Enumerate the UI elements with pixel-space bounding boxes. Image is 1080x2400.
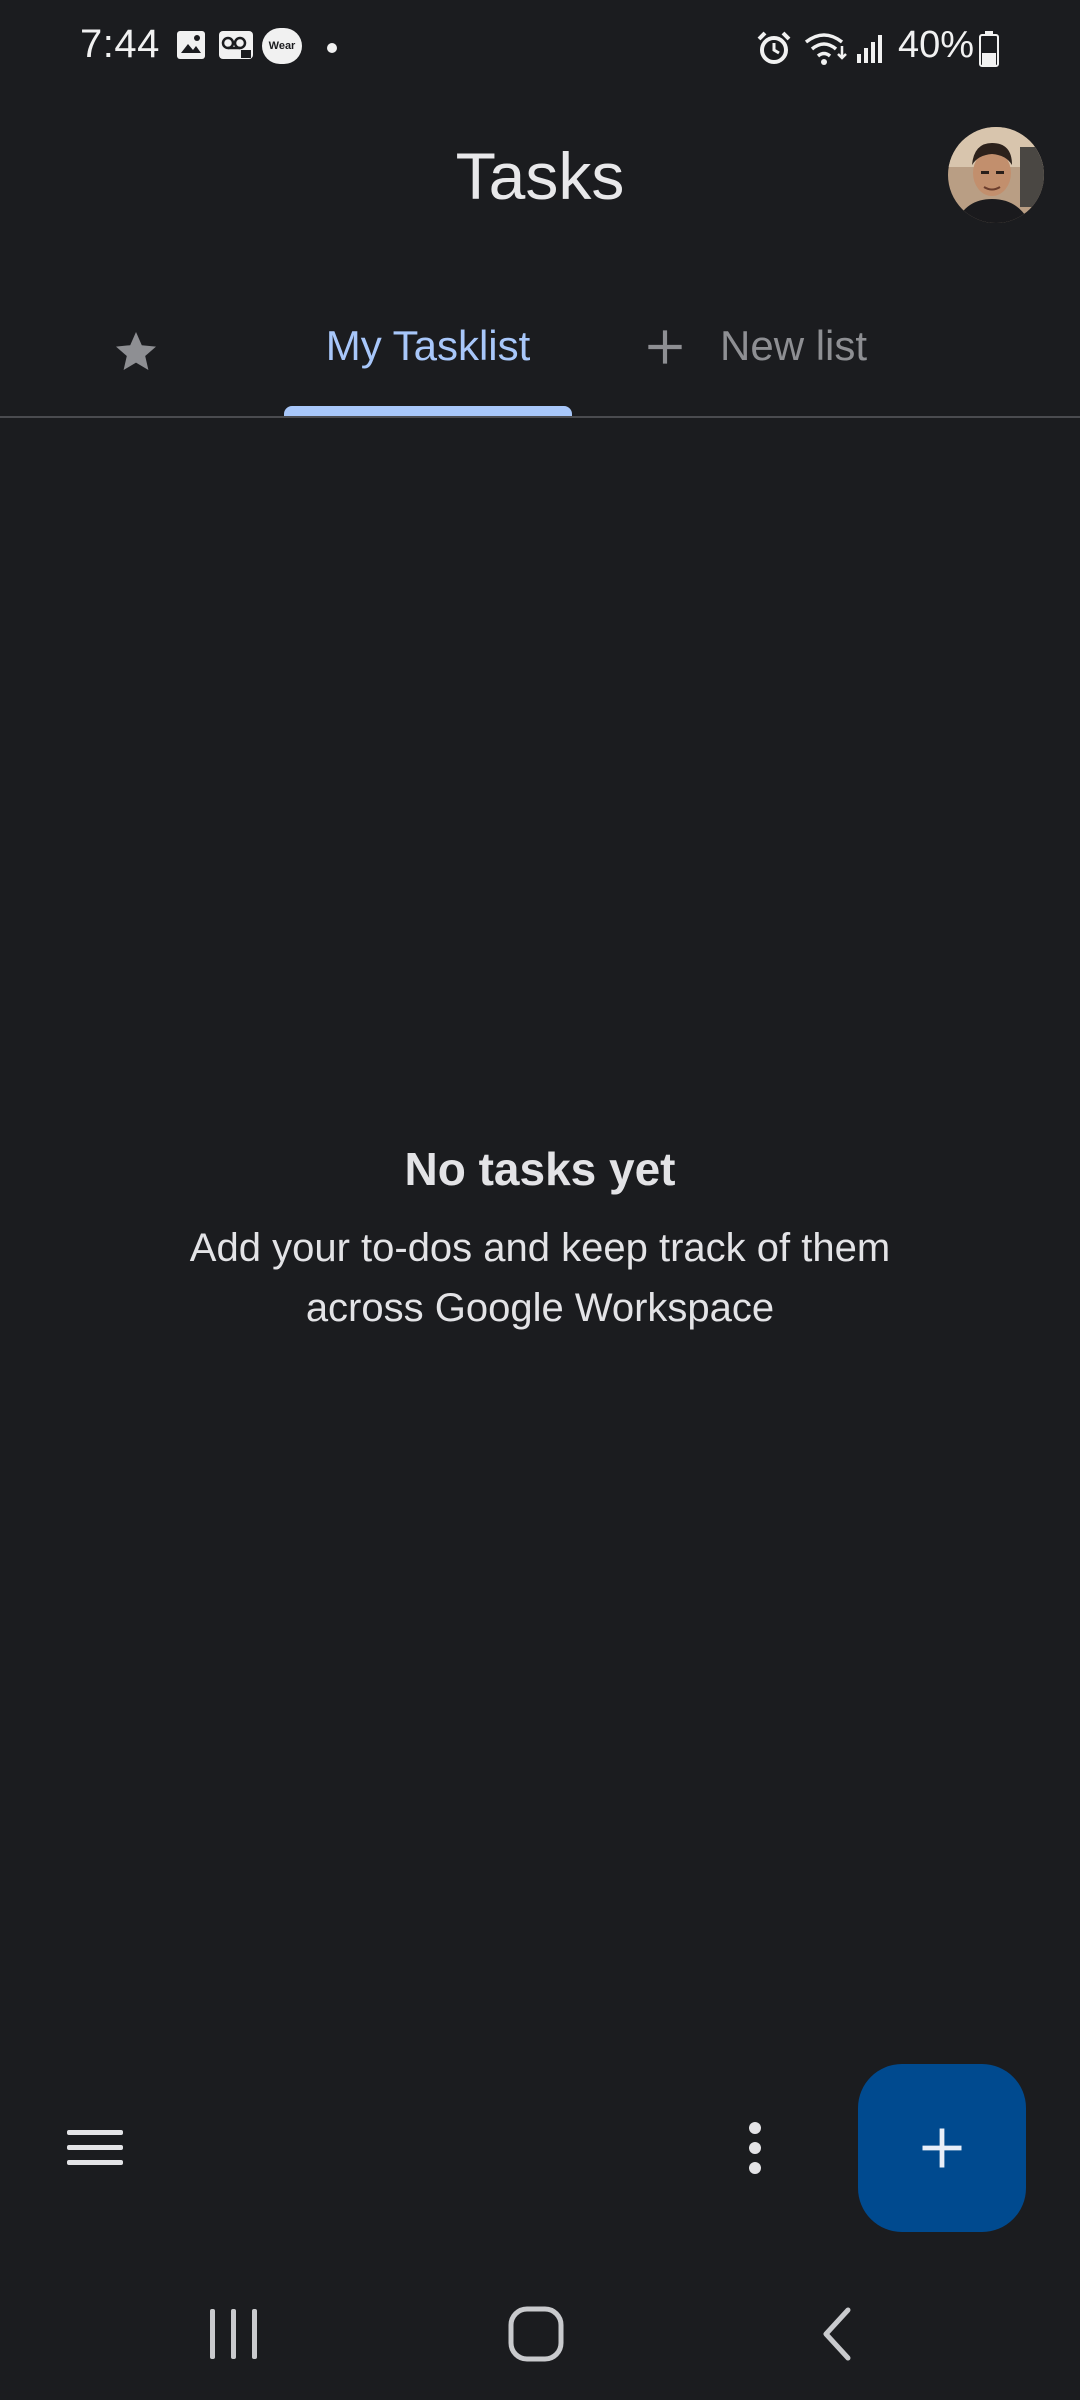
status-time: 7:44 [80, 22, 160, 66]
tab-selected-indicator [284, 406, 572, 416]
dot-icon [327, 43, 337, 53]
tab-my-tasklist[interactable]: My Tasklist [284, 300, 572, 416]
tab-starred[interactable] [100, 316, 172, 388]
nav-recent-apps-button[interactable] [174, 2284, 294, 2384]
page-title: Tasks [455, 139, 625, 213]
tab-new-list-label: New list [720, 322, 868, 369]
plus-icon [648, 330, 682, 364]
tab-bar-divider [0, 416, 1080, 418]
wear-icon: Wear [262, 28, 302, 64]
more-options-button[interactable] [720, 2110, 790, 2186]
alarm-icon [757, 31, 791, 64]
back-icon [823, 2307, 851, 2361]
plus-icon [922, 2128, 962, 2168]
recent-apps-icon [210, 2309, 257, 2359]
nav-back-button[interactable] [778, 2284, 898, 2384]
tab-new-list[interactable]: New list [640, 300, 940, 416]
tab-bar: My Tasklist New list [0, 300, 1080, 418]
wifi-icon [804, 33, 847, 65]
hamburger-menu-icon [67, 2130, 123, 2165]
more-vert-icon [749, 2122, 761, 2174]
avatar-photo [948, 127, 1044, 223]
home-icon [508, 2306, 564, 2362]
battery-icon [979, 31, 999, 67]
status-bar: 7:44 Wear 40% [0, 0, 1080, 100]
voicemail-icon [219, 31, 253, 59]
add-task-button[interactable] [858, 2064, 1026, 2232]
gallery-icon [177, 31, 205, 59]
battery-percent: 40% [898, 24, 975, 66]
system-nav-bar [0, 2270, 1080, 2400]
empty-state-message: Add your to-dos and keep track of them a… [189, 1226, 891, 1330]
nav-home-button[interactable] [476, 2284, 596, 2384]
menu-button[interactable] [50, 2110, 140, 2186]
tab-my-tasklist-label: My Tasklist [325, 322, 531, 369]
empty-state-title: No tasks yet [404, 1143, 676, 1195]
wear-badge-text: Wear [268, 40, 296, 52]
account-avatar[interactable] [948, 127, 1044, 223]
tasks-screen: 7:44 Wear 40% Tasks My Tasklist New list… [0, 0, 1080, 2400]
star-icon [116, 332, 156, 370]
signal-icon [857, 35, 882, 63]
